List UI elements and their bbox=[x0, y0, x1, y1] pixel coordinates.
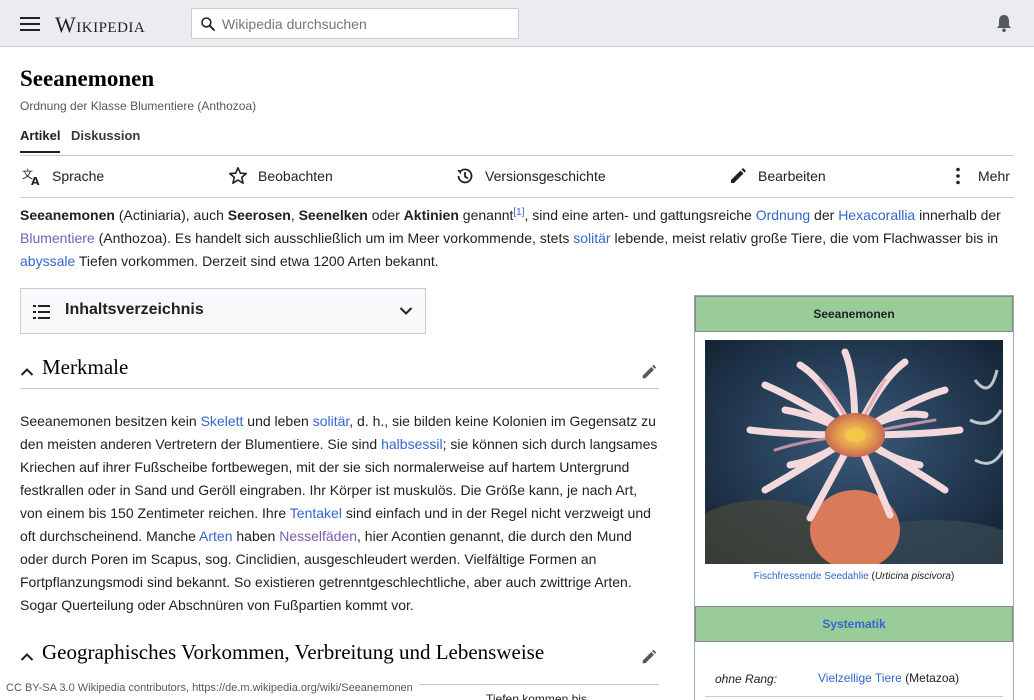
taxonomy-row: ohne Rang: Vielzellige Tiere (Metazoa) bbox=[695, 666, 1013, 696]
toc-title: Inhaltsverzeichnis bbox=[65, 301, 204, 318]
text: (Anthozoa). Es handelt sich ausschließli… bbox=[94, 230, 574, 246]
table-of-contents-toggle[interactable]: Inhaltsverzeichnis bbox=[20, 288, 426, 334]
link-hexacorallia[interactable]: Hexacorallia bbox=[838, 207, 915, 223]
cut-off-text: Tiefen kommen bis bbox=[486, 692, 587, 700]
list-icon bbox=[33, 305, 50, 319]
watch-label: Beobachten bbox=[258, 168, 333, 184]
rank-value: Vielzellige Tiere (Metazoa) bbox=[818, 671, 959, 685]
edit-section-pencil-icon[interactable] bbox=[640, 363, 658, 381]
lead-paragraph: Seeanemonen (Actiniaria), auch Seerosen,… bbox=[20, 204, 1016, 273]
tab-diskussion[interactable]: Diskussion bbox=[71, 128, 140, 151]
species-name: Urticina piscivora bbox=[874, 571, 951, 582]
hamburger-menu-icon[interactable] bbox=[18, 14, 42, 34]
infobox-header: Seeanemonen bbox=[695, 296, 1013, 332]
edit-page-button[interactable]: Bearbeiten bbox=[728, 166, 826, 186]
text: ) bbox=[950, 571, 955, 582]
text: Seeanemonen besitzen kein bbox=[20, 413, 201, 429]
watch-button[interactable]: Beobachten bbox=[228, 166, 333, 186]
language-label: Sprache bbox=[52, 168, 105, 184]
systematik-label: Systematik bbox=[822, 617, 886, 631]
text: und leben bbox=[243, 413, 313, 429]
infobox-caption: Fischfressende Seedahlie (Urticina pisci… bbox=[695, 571, 1013, 582]
link-vielzellige-tiere[interactable]: Vielzellige Tiere bbox=[818, 671, 902, 685]
wikipedia-logo[interactable]: Wikipedia bbox=[55, 12, 145, 38]
infobox-title: Seeanemonen bbox=[813, 307, 895, 321]
bold-term: Seeanemonen bbox=[20, 207, 115, 223]
text: Tiefen vorkommen. Derzeit sind etwa 1200… bbox=[75, 253, 439, 269]
tab-artikel[interactable]: Artikel bbox=[20, 128, 61, 153]
text: (Metazoa) bbox=[901, 671, 960, 685]
link-halbsessil[interactable]: halbsessil bbox=[381, 436, 442, 452]
history-button[interactable]: Versionsgeschichte bbox=[455, 166, 606, 186]
link-abyssale[interactable]: abyssale bbox=[20, 253, 75, 269]
taxobox: Seeanemonen Fischfressende Seedahlie (Ur… bbox=[694, 295, 1014, 700]
link-tentakel[interactable]: Tentakel bbox=[290, 505, 342, 521]
systematik-header[interactable]: Systematik bbox=[695, 606, 1013, 642]
text: der bbox=[810, 207, 839, 223]
link-nesselfaeden[interactable]: Nesselfäden bbox=[279, 528, 357, 544]
search-input[interactable] bbox=[222, 9, 512, 38]
link-solitaer[interactable]: solitär bbox=[313, 413, 350, 429]
svg-text:A: A bbox=[31, 175, 40, 186]
text: oder bbox=[367, 207, 404, 223]
text: innerhalb der bbox=[915, 207, 1001, 223]
edit-label: Bearbeiten bbox=[758, 168, 826, 184]
text: haben bbox=[232, 528, 280, 544]
bold-term: Seerosen bbox=[227, 207, 291, 223]
section-title: Merkmale bbox=[42, 355, 129, 379]
row-divider bbox=[705, 696, 1003, 697]
search-box[interactable] bbox=[191, 8, 519, 39]
bold-term: Aktinien bbox=[403, 207, 459, 223]
page-actions-bar: 文 A Sprache Beobachten Versionsgeschicht… bbox=[20, 156, 1014, 198]
logo-text: Wikipedia bbox=[55, 12, 146, 37]
text: , bbox=[290, 207, 299, 223]
link-arten[interactable]: Arten bbox=[199, 528, 232, 544]
link-blumentiere[interactable]: Blumentiere bbox=[20, 230, 95, 246]
section-header-merkmale[interactable]: Merkmale bbox=[20, 355, 659, 389]
history-label: Versionsgeschichte bbox=[485, 168, 606, 184]
license-footer: CC BY-SA 3.0 Wikipedia contributors, htt… bbox=[0, 679, 419, 700]
text: (Actiniaria), auch bbox=[114, 207, 228, 223]
star-icon bbox=[229, 167, 247, 184]
reference-link[interactable]: [1] bbox=[513, 207, 524, 218]
chevron-up-icon bbox=[20, 368, 34, 376]
chevron-up-icon bbox=[20, 653, 34, 661]
text: , sind eine arten- und gattungsreiche bbox=[524, 207, 756, 223]
pencil-icon bbox=[731, 168, 746, 183]
search-icon bbox=[201, 17, 215, 31]
edit-section-pencil-icon[interactable] bbox=[640, 648, 658, 666]
page-subtitle: Ordnung der Klasse Blumentiere (Anthozoa… bbox=[20, 99, 257, 113]
bold-term: Seenelken bbox=[298, 207, 368, 223]
caption-link[interactable]: Fischfressende Seedahlie bbox=[754, 571, 869, 582]
more-button[interactable]: Mehr bbox=[948, 166, 1010, 186]
language-icon: 文 A bbox=[22, 167, 40, 186]
text: genannt bbox=[458, 207, 514, 223]
text: lebende, meist relativ große Tiere, die … bbox=[610, 230, 999, 246]
language-button[interactable]: 文 A Sprache bbox=[22, 166, 104, 186]
more-label: Mehr bbox=[978, 168, 1010, 184]
sea-anemone-photo[interactable] bbox=[705, 340, 1003, 564]
link-skelett[interactable]: Skelett bbox=[201, 413, 244, 429]
photo-graphic bbox=[705, 340, 1003, 564]
link-ordnung[interactable]: Ordnung bbox=[756, 207, 810, 223]
notifications-bell-icon[interactable] bbox=[994, 13, 1014, 33]
section-title: Geographisches Vorkommen, Verbreitung un… bbox=[42, 640, 545, 664]
top-bar: Wikipedia bbox=[0, 0, 1034, 47]
chevron-down-icon bbox=[399, 307, 413, 315]
history-icon bbox=[457, 168, 473, 184]
link-solitaer[interactable]: solitär bbox=[573, 230, 610, 246]
rank-label: ohne Rang: bbox=[715, 672, 778, 686]
more-vertical-icon bbox=[956, 167, 960, 185]
page-title: Seeanemonen bbox=[20, 66, 155, 91]
merkmale-paragraph: Seeanemonen besitzen kein Skelett und le… bbox=[20, 410, 662, 617]
